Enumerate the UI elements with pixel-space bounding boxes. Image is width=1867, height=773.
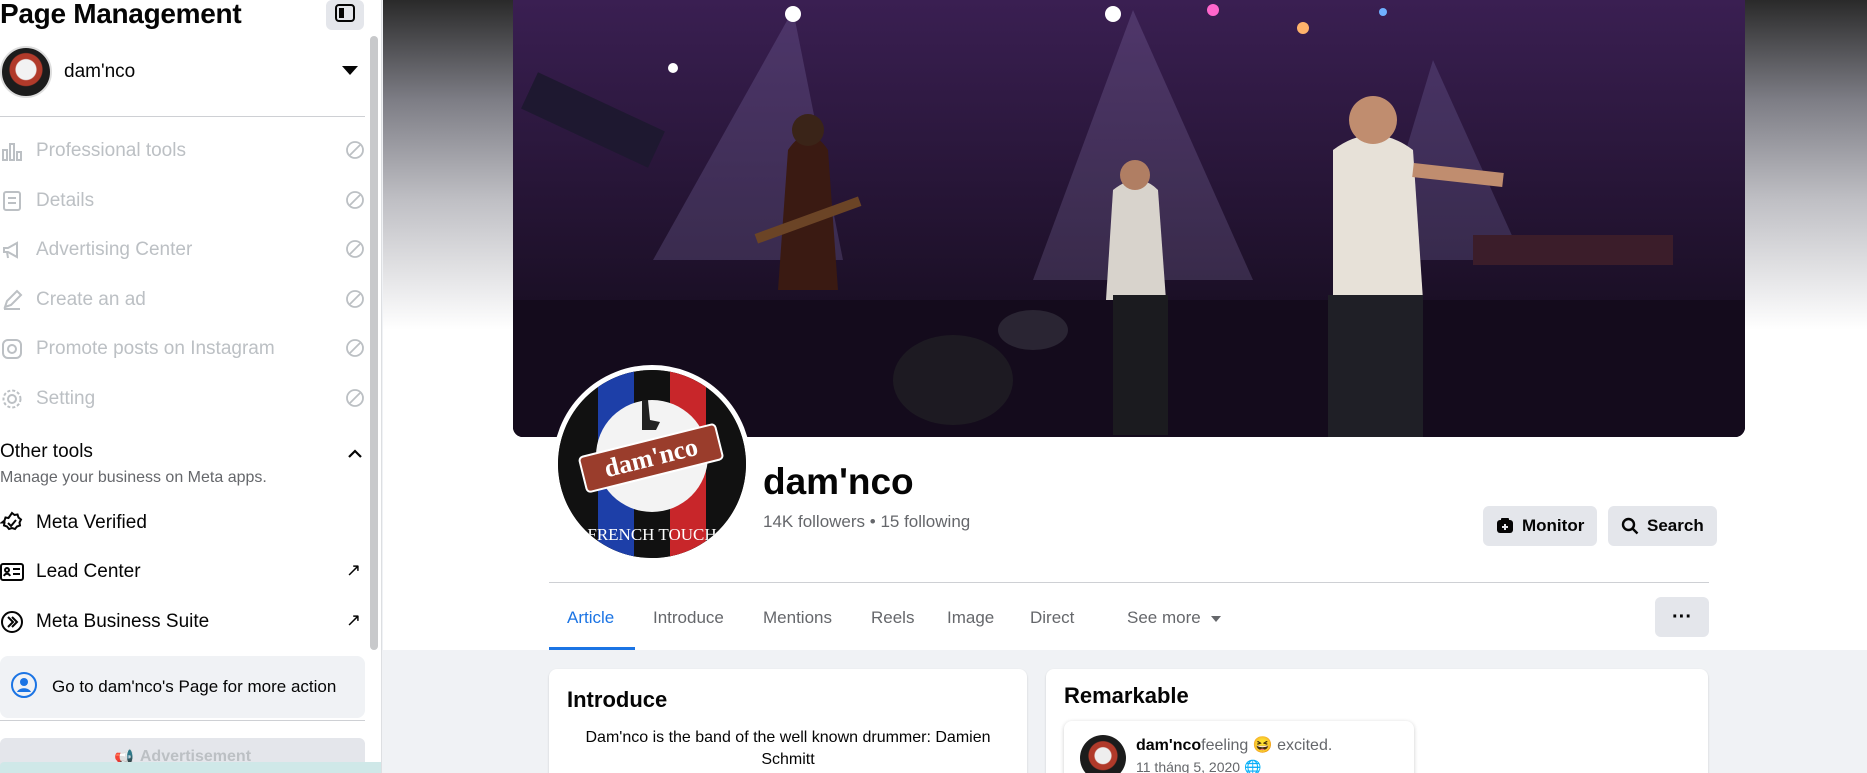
sidebar-item-details[interactable]: Details (0, 179, 370, 223)
sidebar-item-lead-center[interactable]: Lead Center ↗ (0, 550, 370, 594)
introduce-heading: Introduce (567, 687, 668, 712)
sidebar-item-meta-verified[interactable]: Meta Verified (0, 501, 370, 545)
post-date[interactable]: 11 tháng 5, 2020 (1136, 759, 1240, 773)
contact-card-icon (0, 560, 24, 584)
sidebar-item-label: Setting (36, 388, 96, 409)
tab-image[interactable]: Image (947, 600, 994, 650)
go-to-page-text: Go to dam'nco's Page for more action (52, 677, 337, 696)
megaphone-icon (0, 238, 24, 262)
sidebar-item-label: Professional tools (36, 140, 186, 161)
blocked-icon (345, 140, 365, 165)
collapse-sidebar-button[interactable] (326, 0, 364, 30)
monitor-label: Monitor (1522, 516, 1585, 535)
remarkable-heading: Remarkable (1064, 683, 1189, 708)
blocked-icon (345, 239, 365, 264)
cover-photo[interactable] (513, 0, 1745, 437)
sidebar-item-label: Promote posts on Instagram (36, 338, 275, 359)
monitor-button[interactable]: Monitor (1483, 506, 1598, 546)
meta-business-suite-icon (0, 610, 24, 634)
external-link-arrow-icon: ↗ (346, 560, 362, 580)
feeling-text: excited. (1277, 737, 1333, 754)
globe-icon: 🌐 (1243, 759, 1262, 773)
post-author-avatar (1080, 735, 1126, 773)
external-link-arrow-icon: ↗ (346, 610, 362, 630)
remarkable-card: Remarkable dam'ncofeeling 😆 excited. 11 … (1046, 669, 1708, 773)
blocked-icon (345, 388, 365, 413)
featured-post[interactable]: dam'ncofeeling 😆 excited. 11 tháng 5, 20… (1064, 721, 1414, 773)
account-name: dam'nco (64, 61, 136, 82)
tab-see-more[interactable]: See more (1127, 600, 1222, 650)
feeling-prefix: feeling (1201, 737, 1249, 754)
gear-icon (0, 387, 24, 411)
instagram-icon (0, 337, 24, 361)
follower-stats[interactable]: 14K followers • 15 following (763, 512, 970, 532)
page-name: dam'nco (763, 461, 914, 502)
header-divider (549, 582, 1709, 583)
blocked-icon (345, 190, 365, 215)
sidebar-item-label: Lead Center (36, 561, 141, 582)
introduce-card: Introduce Dam'nco is the band of the wel… (549, 669, 1027, 773)
page-profile-icon (10, 671, 38, 704)
other-tools-subtitle: Manage your business on Meta apps. (0, 469, 267, 486)
active-tab-indicator (549, 647, 635, 650)
verified-badge-icon (0, 511, 24, 535)
sidebar-item-create-an-ad[interactable]: Create an ad (0, 278, 370, 322)
sidebar-item-advertising-center[interactable]: Advertising Center (0, 228, 370, 272)
sidebar-item-label: Meta Business Suite (36, 611, 210, 632)
other-tools-heading: Other tools (0, 441, 93, 462)
page-management-sidebar: Page Management dam'nco Professional too… (0, 0, 382, 773)
see-more-label: See more (1127, 608, 1201, 627)
caret-down-icon (342, 66, 358, 75)
tab-introduce[interactable]: Introduce (653, 600, 724, 650)
post-meta: 11 tháng 5, 2020 🌐 (1136, 759, 1261, 773)
sidebar-title: Page Management (0, 0, 242, 29)
tab-mentions[interactable]: Mentions (763, 600, 832, 650)
go-to-page-banner[interactable]: Go to dam'nco's Page for more action (0, 656, 365, 718)
blocked-icon (345, 289, 365, 314)
sidebar-item-label: Meta Verified (36, 512, 147, 533)
sidebar-item-label: Details (36, 190, 95, 211)
logo-subtext: FRENCH TOUCH (587, 525, 716, 544)
bar-chart-icon (0, 139, 24, 163)
sidebar-scrollbar[interactable] (370, 36, 378, 650)
caret-down-icon (1211, 615, 1222, 622)
sidebar-item-promote-instagram[interactable]: Promote posts on Instagram (0, 327, 370, 371)
page-main: dam'nco FRENCH TOUCH dam'nco 14K followe… (383, 0, 1867, 773)
monitor-icon (1496, 517, 1514, 535)
divider (0, 116, 365, 117)
sidebar-item-setting[interactable]: Setting (0, 377, 370, 421)
tab-article[interactable]: Article (567, 600, 614, 650)
details-icon (0, 189, 24, 213)
sidebar-item-label: Create an ad (36, 289, 146, 310)
notification-toast (0, 762, 381, 773)
more-options-button[interactable]: ··· (1655, 597, 1709, 637)
account-avatar (0, 46, 52, 98)
smiley-emoji-icon: 😆 (1252, 737, 1273, 754)
account-switcher[interactable]: dam'nco (0, 44, 365, 100)
search-label: Search (1647, 516, 1704, 535)
post-header: dam'ncofeeling 😆 excited. (1136, 735, 1332, 755)
pencil-icon (0, 288, 24, 312)
search-icon (1621, 517, 1639, 535)
post-author[interactable]: dam'nco (1136, 737, 1201, 754)
sidebar-item-professional-tools[interactable]: Professional tools (0, 129, 370, 173)
chevron-up-icon[interactable] (348, 446, 362, 464)
blocked-icon (345, 338, 365, 363)
sidebar-item-meta-business-suite[interactable]: Meta Business Suite ↗ (0, 600, 370, 644)
tab-reels[interactable]: Reels (871, 600, 914, 650)
sidebar-item-label: Advertising Center (36, 239, 193, 260)
sidebar-toggle-icon (335, 3, 355, 27)
introduce-text: Dam'nco is the band of the well known dr… (585, 729, 991, 768)
divider (0, 720, 365, 721)
profile-picture[interactable]: dam'nco FRENCH TOUCH (553, 365, 751, 563)
tab-direct[interactable]: Direct (1030, 600, 1074, 650)
search-button[interactable]: Search (1608, 506, 1717, 546)
